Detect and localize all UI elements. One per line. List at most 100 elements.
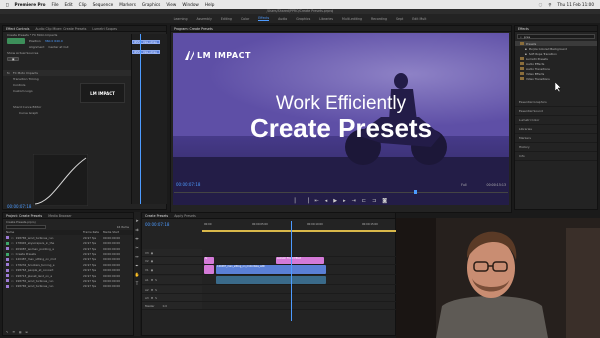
label-color-swatch[interactable] bbox=[6, 241, 9, 245]
label-color-swatch[interactable] bbox=[6, 257, 9, 261]
icon-view-icon[interactable]: ▦ bbox=[19, 330, 22, 334]
curve-graph[interactable] bbox=[33, 154, 88, 206]
position-value[interactable]: 360.0 640.0 bbox=[45, 39, 63, 43]
selection-tool-icon[interactable]: ➤ bbox=[135, 218, 138, 223]
workspace-recording[interactable]: Recording bbox=[371, 17, 387, 21]
master-value[interactable]: 0.0 bbox=[163, 304, 167, 308]
panel-markers[interactable]: Markers bbox=[515, 134, 597, 143]
clip-a1-audio[interactable] bbox=[216, 276, 326, 284]
project-search-input[interactable] bbox=[6, 225, 46, 230]
menu-help[interactable]: Help bbox=[205, 2, 215, 7]
project-item[interactable]: ▭ 178232_Scooters_turning_e 29.97 fps 00:00… bbox=[3, 262, 133, 267]
clip-v1-fx[interactable] bbox=[204, 265, 214, 274]
clip-v1-main[interactable]: 140487_man_sitting_on_motorbike_with bbox=[216, 265, 326, 274]
workspace-editing[interactable]: Editing bbox=[221, 17, 232, 21]
menu-graphics[interactable]: Graphics bbox=[142, 2, 161, 7]
eye-icon[interactable]: ◉ bbox=[151, 268, 153, 272]
solo-icon[interactable]: S bbox=[155, 278, 157, 282]
label-color-swatch[interactable] bbox=[6, 274, 9, 278]
apple-icon[interactable]:  bbox=[6, 2, 9, 7]
workspace-assembly[interactable]: Assembly bbox=[196, 17, 211, 21]
timeline-timecode[interactable]: 00:00:07:18 bbox=[145, 222, 169, 227]
workspace-audio[interactable]: Audio bbox=[278, 17, 287, 21]
zoom-select[interactable]: Full bbox=[461, 183, 466, 187]
pencil-icon[interactable]: ✎ bbox=[6, 330, 8, 334]
project-item[interactable]: ▭ 178945_skyscrapers_in_the 29.97 fps 00:00… bbox=[3, 241, 133, 246]
project-item[interactable]: ▭ Create Presets 29.97 fps 00:00:00:00 bbox=[3, 251, 133, 256]
tab-effect-controls[interactable]: Effect Controls bbox=[6, 27, 29, 31]
panel-info[interactable]: Info bbox=[515, 152, 597, 161]
panel-essential-graphics[interactable]: Essential Graphics bbox=[515, 98, 597, 107]
timeline-playhead[interactable] bbox=[291, 221, 292, 321]
track-select-icon[interactable]: ⇉ bbox=[135, 227, 138, 232]
menu-window[interactable]: Window bbox=[182, 2, 199, 7]
mute-icon[interactable]: M bbox=[151, 288, 153, 292]
menu-edit[interactable]: Edit bbox=[65, 2, 73, 7]
mini-clip-1[interactable]: 4P2V1_clips_s1hpg bbox=[132, 40, 160, 44]
go-to-out-icon[interactable]: ⇥ bbox=[352, 198, 356, 204]
menu-clip[interactable]: Clip bbox=[79, 2, 87, 7]
project-item[interactable]: ▭ 198765_wind_turbines_run 29.97 fps 00:00:… bbox=[3, 284, 133, 289]
insert-icon[interactable]: ⊏ bbox=[362, 198, 366, 204]
anchor-button[interactable]: ▣ bbox=[7, 57, 20, 61]
project-item[interactable]: ▭ 140487_man_sitting_on_mot 29.97 fps 00:00… bbox=[3, 257, 133, 262]
new-item-icon[interactable]: ⊞ bbox=[26, 330, 28, 334]
menu-sequence[interactable]: Sequence bbox=[93, 2, 114, 7]
program-playhead[interactable] bbox=[414, 190, 417, 194]
header-frame-rate[interactable]: Frame Rate bbox=[83, 230, 101, 234]
program-timecode[interactable]: 00:00:07:18 bbox=[176, 182, 200, 187]
panel-essential-sound[interactable]: Essential Sound bbox=[515, 107, 597, 116]
project-item[interactable]: ▭ 198763_people_at_concert 29.97 fps 00:00:… bbox=[3, 268, 133, 273]
wifi-icon[interactable]: ◌ bbox=[539, 2, 543, 7]
mini-clip-2[interactable]: 4P2V1_clips_s1hpg bbox=[132, 50, 160, 54]
razor-tool-icon[interactable]: ✂ bbox=[135, 245, 138, 250]
play-icon[interactable]: ▶ bbox=[333, 198, 337, 204]
label-color-swatch[interactable] bbox=[6, 247, 9, 251]
tab-sequence[interactable]: Create Presets bbox=[145, 214, 168, 218]
mark-out-icon[interactable]: ▕ bbox=[305, 198, 309, 204]
search-icon[interactable]: ⚲ bbox=[548, 2, 551, 7]
color-swatch[interactable] bbox=[7, 38, 25, 44]
tab-audio-clip-mixer[interactable]: Audio Clip Mixer: Create Presets bbox=[35, 27, 86, 31]
alignment-value[interactable]: Center at Cut bbox=[48, 45, 68, 49]
workspace-multi-editing[interactable]: Multi-editing bbox=[342, 17, 362, 21]
tab-lumetri-scopes[interactable]: Lumetri Scopes bbox=[92, 27, 117, 31]
clip-v2-b[interactable]: Lumetri Flood Effect bbox=[276, 257, 324, 264]
clip-v2-a[interactable]: fx bbox=[204, 257, 214, 264]
label-color-swatch[interactable] bbox=[6, 263, 9, 267]
type-tool-icon[interactable]: T bbox=[136, 281, 138, 286]
header-media-start[interactable]: Media Start bbox=[103, 230, 133, 234]
menu-file[interactable]: File bbox=[52, 2, 59, 7]
export-frame-icon[interactable]: ◙ bbox=[382, 198, 387, 204]
list-view-icon[interactable]: ☰ bbox=[12, 330, 15, 334]
hand-tool-icon[interactable]: ✋ bbox=[135, 272, 140, 277]
custom-logo-preview[interactable]: LM IMPACT bbox=[80, 83, 125, 103]
tab-apply-presets[interactable]: Apply Presets bbox=[174, 214, 196, 218]
step-back-icon[interactable]: ◂ bbox=[325, 198, 328, 204]
project-item[interactable]: ▭ 198755_wind_turbines_run 29.97 fps 00:00:… bbox=[3, 278, 133, 283]
tree-video-transitions[interactable]: Video Transitions bbox=[515, 76, 597, 81]
eye-icon[interactable]: ◉ bbox=[151, 259, 153, 263]
header-name[interactable]: Name bbox=[6, 230, 81, 234]
workspace-sept[interactable]: Sept bbox=[396, 17, 403, 21]
workspace-color[interactable]: Color bbox=[241, 17, 249, 21]
pen-tool-icon[interactable]: ✒ bbox=[135, 263, 138, 268]
project-item[interactable]: ▭ 198713_plenet_land_on_a 29.97 fps 00:00:0… bbox=[3, 273, 133, 278]
eye-icon[interactable]: ◉ bbox=[151, 251, 153, 255]
ripple-edit-icon[interactable]: ⇹ bbox=[135, 236, 138, 241]
tab-effects[interactable]: Effects bbox=[518, 27, 529, 31]
mute-icon[interactable]: M bbox=[151, 278, 153, 282]
label-color-swatch[interactable] bbox=[6, 268, 9, 272]
tab-media-browser[interactable]: Media Browser bbox=[48, 214, 72, 218]
panel-libraries[interactable]: Libraries bbox=[515, 125, 597, 134]
step-forward-icon[interactable]: ▸ bbox=[343, 198, 346, 204]
solo-icon[interactable]: S bbox=[155, 296, 157, 300]
panel-lumetri-color[interactable]: Lumetri Color bbox=[515, 116, 597, 125]
workspace-libraries[interactable]: Libraries bbox=[319, 17, 333, 21]
label-color-swatch[interactable] bbox=[6, 279, 9, 283]
workspace-effects[interactable]: Effects bbox=[258, 16, 270, 21]
menu-markers[interactable]: Markers bbox=[119, 2, 136, 7]
work-area-bar[interactable] bbox=[202, 230, 397, 232]
label-color-swatch[interactable] bbox=[6, 236, 9, 240]
panel-history[interactable]: History bbox=[515, 143, 597, 152]
